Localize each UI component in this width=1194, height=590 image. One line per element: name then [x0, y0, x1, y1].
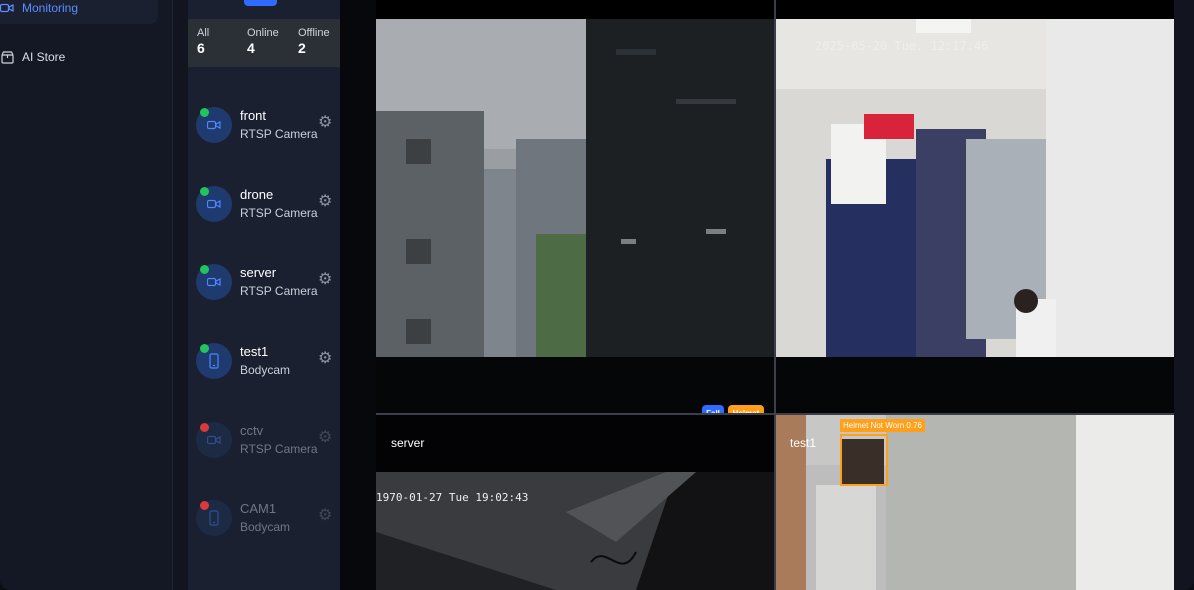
camera-feed-image [776, 415, 1174, 590]
video-tile-drone[interactable]: 2025-05-20 Tue. 12:17:46 [776, 19, 1174, 413]
device-name: test1 [240, 344, 269, 359]
sidebar-nav: Monitoring AI Store [0, 0, 173, 590]
device-item-test1[interactable]: test1 Bodycam ⚙ [188, 336, 340, 396]
device-type: RTSP Camera [240, 442, 318, 456]
nav-label-ai-store: AI Store [22, 50, 66, 64]
fall-badge: Fall [702, 405, 724, 413]
camera-feed-image [376, 19, 774, 357]
device-type: RTSP Camera [240, 206, 318, 220]
video-grid: Fall Helmet 2025-05-20 Tue. 12:17:46 [340, 0, 1174, 590]
device-item-front[interactable]: front RTSP Camera ⚙ [188, 100, 340, 160]
detection-box [840, 434, 888, 486]
video-tile-test1[interactable]: test1 Helmet Not Worn 0.76 [776, 415, 1174, 590]
helmet-badge: Helmet [728, 405, 764, 413]
device-type: Bodycam [240, 363, 291, 377]
nav-item-ai-store[interactable]: AI Store [0, 41, 158, 73]
device-type: RTSP Camera [240, 284, 318, 298]
status-dot-online [200, 344, 209, 353]
device-type: RTSP Camera [240, 127, 318, 141]
status-dot-online [200, 108, 209, 117]
status-dot-online [200, 265, 209, 274]
nav-item-monitoring[interactable]: Monitoring [0, 0, 158, 24]
tile-label: server [391, 436, 425, 450]
device-summary: All 6 Online 4 Offline 2 [188, 19, 340, 67]
camera-feed-image [376, 472, 774, 590]
gear-icon[interactable]: ⚙ [318, 508, 332, 524]
video-tile-server[interactable]: server 1970-01-27 Tue 19:02:43 [376, 415, 774, 590]
device-panel: All 6 Online 4 Offline 2 front RTSP Camera … [188, 0, 368, 590]
device-item-server[interactable]: server RTSP Camera ⚙ [188, 257, 340, 317]
feed-timestamp: 2025-05-20 Tue. 12:17:46 [815, 39, 989, 53]
video-tile-front[interactable]: Fall Helmet [376, 19, 774, 413]
tile-label: test1 [790, 436, 817, 450]
detection-label: Helmet Not Worn 0.76 [840, 419, 925, 432]
app-window: Monitoring AI Store All 6 Online 4 Offline… [0, 0, 1194, 590]
feed-timestamp: 1970-01-27 Tue 19:02:43 [376, 491, 529, 504]
count-online: Online 4 [247, 27, 279, 56]
gear-icon[interactable]: ⚙ [318, 194, 332, 210]
status-dot-offline [200, 501, 209, 510]
count-all: All 6 [197, 27, 210, 56]
gear-icon[interactable]: ⚙ [318, 430, 332, 446]
device-item-drone[interactable]: drone RTSP Camera ⚙ [188, 179, 340, 239]
gear-icon[interactable]: ⚙ [318, 351, 332, 367]
device-item-cam1[interactable]: CAM1 Bodycam ⚙ [188, 493, 340, 553]
add-device-button[interactable] [244, 0, 277, 6]
device-name: front [240, 108, 267, 123]
camera-icon [0, 1, 14, 15]
device-type: Bodycam [240, 520, 291, 534]
nav-label-monitoring: Monitoring [22, 1, 79, 15]
gear-icon[interactable]: ⚙ [318, 272, 332, 288]
count-offline: Offline 2 [298, 27, 330, 56]
device-name: drone [240, 187, 274, 202]
device-item-cctv[interactable]: cctv RTSP Camera ⚙ [188, 415, 340, 475]
device-name: CAM1 [240, 501, 277, 516]
gear-icon[interactable]: ⚙ [318, 115, 332, 131]
device-name: server [240, 265, 277, 280]
store-icon [0, 50, 14, 64]
device-name: cctv [240, 423, 264, 438]
status-dot-offline [200, 423, 209, 432]
status-dot-online [200, 187, 209, 196]
camera-feed-image [776, 19, 1174, 357]
